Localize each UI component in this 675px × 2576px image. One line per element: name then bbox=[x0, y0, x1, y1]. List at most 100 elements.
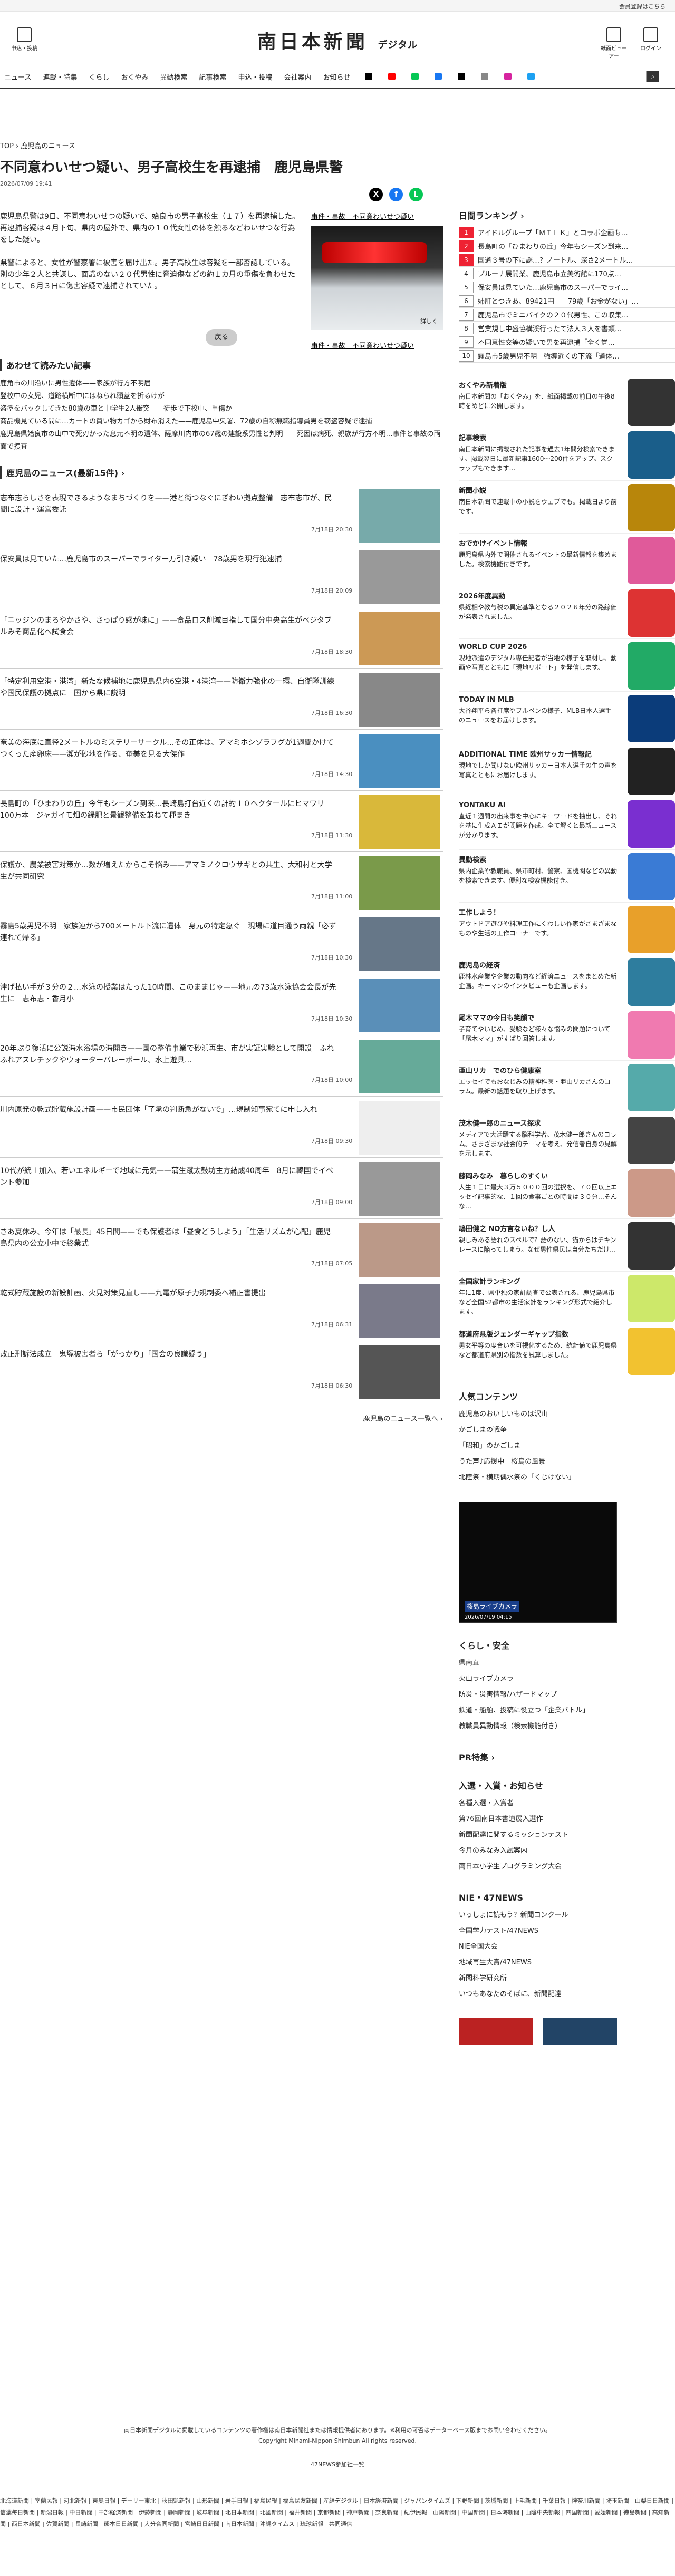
related-item[interactable]: 鹿児島県姶良市の山中で死刃かった息元不明の遺体、薩摩川内市の67歳の建設系男性と… bbox=[0, 428, 443, 453]
nav-item-search[interactable]: 記事検索 bbox=[199, 72, 226, 82]
ranking-item[interactable]: 8 営業規し中盛協構渓行ったて法人３人を書類… bbox=[459, 322, 675, 335]
banner-47news[interactable] bbox=[459, 2018, 533, 2045]
sidebar-promo[interactable]: 藤岡みなみ 暮らしのすくい 人生１日に最大３万５０００回の選択を、７０回以上エッセ… bbox=[459, 1166, 675, 1219]
nav-item-obituary[interactable]: おくやみ bbox=[121, 72, 148, 82]
sidebar-promo[interactable]: 全国家計ランキング 年に1度、県単独の家計調査で公表される、鹿児島県市など全国52… bbox=[459, 1272, 675, 1324]
news-item[interactable]: 改正刑訴法成立 鬼塚被害者ら「がっかり」「国会の良識疑う」 7月18日 06:30 bbox=[0, 1341, 443, 1402]
tiktok-icon[interactable] bbox=[458, 73, 466, 80]
search-icon[interactable]: ⌕ bbox=[647, 71, 659, 82]
nie-item[interactable]: いっしょに読もう？新聞コンクール bbox=[459, 1907, 675, 1923]
nav-item-news[interactable]: ニュース bbox=[4, 72, 31, 82]
news-item[interactable]: 津げ払い手が３分の２…水泳の授業はたった10時間、このままじゃ——地元の73歳水… bbox=[0, 974, 443, 1035]
sidebar-promo[interactable]: 異動検索 県内企業や教職員、県市町村、警察、国機関などの異動を検索できます。便利な… bbox=[459, 850, 675, 903]
search-input[interactable] bbox=[573, 71, 647, 82]
ranking-item[interactable]: 3 国道３号の下に謎…？ノートル、深さ2メートル… bbox=[459, 253, 675, 267]
member-register-link[interactable]: 会員登録はこちら bbox=[619, 3, 666, 10]
news-item[interactable]: 10代が統＋加入、若いエネルギーで地域に元気——蒲生蹴太鼓坊主方結成40周年 8… bbox=[0, 1158, 443, 1219]
youtube-icon[interactable] bbox=[388, 73, 396, 80]
login-button[interactable]: ログイン bbox=[636, 27, 666, 60]
nav-item-notice[interactable]: お知らせ bbox=[323, 72, 350, 82]
entry-item[interactable]: 新聞配達に関するミッションテスト bbox=[459, 1827, 675, 1843]
ranking-item[interactable]: 5 保安員は見ていた…鹿児島市のスーパーでライ… bbox=[459, 280, 675, 294]
nav-item-life[interactable]: くらし bbox=[89, 72, 109, 82]
ranking-heading[interactable]: 日間ランキング › bbox=[459, 209, 675, 221]
sidebar-promo[interactable]: WORLD CUP 2026 現地派遣のデジタル専任記者が当地の様子を取材し、動画… bbox=[459, 639, 675, 692]
tag-top[interactable]: 事件・事故 不同意わいせつ疑い bbox=[311, 211, 443, 221]
popular-item[interactable]: うた声♪応援中 桜島の風景 bbox=[459, 1454, 675, 1470]
sidebar-promo[interactable]: 記事検索 南日本新聞に掲載された記事を過去1年間分検索できます。掲載翌日に最新記事… bbox=[459, 428, 675, 481]
sidebar-promo[interactable]: ADDITIONAL TIME 欧州サッカー情報記 現地でしか聞けない欧州サッカー… bbox=[459, 744, 675, 797]
threads-icon[interactable] bbox=[481, 73, 489, 80]
sidebar-promo[interactable]: おくやみ新着版 南日本新聞の「おくやみ」を、紙面掲載の前日の午後8時をめどに公開し… bbox=[459, 375, 675, 428]
entry-item[interactable]: 各種入選・入賞者 bbox=[459, 1796, 675, 1812]
back-button[interactable]: 戻る bbox=[206, 329, 237, 346]
nav-item-company[interactable]: 会社案内 bbox=[284, 72, 311, 82]
sidebar-promo[interactable]: 都道府県版ジェンダーギャップ指数 男女平等の度合いを可視化するため、統計値で鹿児島… bbox=[459, 1324, 675, 1377]
news-item[interactable]: 「ニッジンのまろやかさや、さっぱり感が味に」——食品ロス削減目指して国分中央高生… bbox=[0, 607, 443, 669]
life-item[interactable]: 火山ライブカメラ bbox=[459, 1671, 675, 1687]
sidebar-promo[interactable]: YONTAKU AI 直近１週間の出来事を中心にキーワードを抽出し、それを基に生成… bbox=[459, 797, 675, 850]
life-item[interactable]: 防災・災害情報/ハザードマップ bbox=[459, 1687, 675, 1703]
ranking-item[interactable]: 7 鹿児島市でミニバイクの２０代男性、この収集… bbox=[459, 308, 675, 322]
news-item[interactable]: さあ夏休み、今年は「最長」45日間——でも保護者は「昼食どうしよう」「生活リズム… bbox=[0, 1219, 443, 1280]
sidebar-promo[interactable]: 鳩田健之 NO方言ないね？し人 親しみある語れのスペルで？語のない、猫からはチキン… bbox=[459, 1219, 675, 1272]
popular-item[interactable]: 北陸祭・横期偶水祭の「くじけない」 bbox=[459, 1470, 675, 1486]
nie-item[interactable]: 新聞科学研究所 bbox=[459, 1971, 675, 1987]
popular-item[interactable]: 鹿児島のおいしいものは沢山 bbox=[459, 1407, 675, 1422]
x-icon[interactable] bbox=[365, 73, 373, 80]
sidebar-promo[interactable]: おでかけイベント情報 鹿児島県内外で開催されるイベントの最新情報を集めました。検索… bbox=[459, 534, 675, 586]
post-button[interactable]: 申込・投稿 bbox=[8, 27, 40, 52]
news-item[interactable]: 霧島5歳男児不明 家族連から700メートル下流に遺体 身元の特定急ぐ 現場に道目… bbox=[0, 913, 443, 974]
related-item[interactable]: 登校中の女児、道路横断中にはねられ頭蓋を折るけが bbox=[0, 390, 443, 403]
nav-item-apply[interactable]: 申込・投稿 bbox=[238, 72, 272, 82]
sidebar-promo[interactable]: TODAY IN MLB 大谷翔平ら各打席やプルペンの様子、MLB日本人選手のニュ… bbox=[459, 692, 675, 744]
sidebar-promo[interactable]: 亜山リカ でのひら健康室 エッセイでもおなじみの精神科医・亜山リカさんのコラム。最… bbox=[459, 1061, 675, 1113]
life-item[interactable]: 鉄道・船舶、投稿に役立つ「企業パトル」 bbox=[459, 1703, 675, 1719]
share-facebook-icon[interactable]: f bbox=[389, 188, 403, 201]
nie-item[interactable]: いつもあなたのそばに、新聞配達 bbox=[459, 1987, 675, 2002]
popular-item[interactable]: 「昭和」のかごしま bbox=[459, 1438, 675, 1454]
news-item[interactable]: 川内原発の乾式貯蔵施設計画——市民団体「了承の判断急がないで」…規制知事宛てに申… bbox=[0, 1097, 443, 1158]
ranking-item[interactable]: 1 アイドルグループ「ＭＩＬＫ」とコラボ企画も… bbox=[459, 226, 675, 239]
nav-item-series[interactable]: 連載・特集 bbox=[43, 72, 77, 82]
banner-pro[interactable] bbox=[543, 2018, 617, 2045]
footer-links[interactable]: 47NEWS参加社一覧 bbox=[0, 2460, 675, 2468]
instagram-icon[interactable] bbox=[504, 73, 512, 80]
news-item[interactable]: 「特定利用空港・港湾」新たな候補地に鹿児島県内6空港・4港湾——防衛力強化の一環… bbox=[0, 669, 443, 730]
life-item[interactable]: 教職員異動情報（検索機能付き） bbox=[459, 1719, 675, 1735]
sidebar-promo[interactable]: 工作しよう！ アウトドア遊びや料理工作にくわしい作家がさまざまなものや生活の工作コ… bbox=[459, 903, 675, 955]
live-camera[interactable]: 桜島ライブカメラ 2026/07/19 04:15 bbox=[459, 1502, 617, 1623]
ranking-item[interactable]: 9 不同意性交等の疑いで男を再逮捕「全く覚… bbox=[459, 335, 675, 349]
news-item[interactable]: 乾式貯蔵施設の新設計画、火見対策見直し——九電が原子力規制委へ補正書提出 7月18… bbox=[0, 1280, 443, 1341]
ranking-item[interactable]: 10 霧島市5歳男児不明 強導近くの下流「道体… bbox=[459, 349, 675, 363]
ranking-item[interactable]: 2 長島町の「ひまわりの丘」今年もシーズン到来… bbox=[459, 239, 675, 253]
pr-heading[interactable]: PR特集 › bbox=[459, 1750, 675, 1763]
news-item[interactable]: 奄美の海底に直径2メートルのミステリーサークル…その正体は、アマミホシゾラフグが… bbox=[0, 730, 443, 791]
entry-item[interactable]: 南日本小学生プログラミング大会 bbox=[459, 1859, 675, 1875]
related-item[interactable]: 盗塗をバックしてきた80歳の車と中学生2人衝突——徒歩で下校中、重傷か bbox=[0, 403, 443, 415]
partner-links[interactable]: 北海道新聞 | 室蘭民報 | 河北新報 | 東奥日報 | デーリー東北 | 秋田… bbox=[0, 2490, 675, 2535]
related-item[interactable]: 商品機見ている間に…カートの買い物カゴから財布消えた——鹿児島中央署、72歳の自… bbox=[0, 415, 443, 428]
life-item[interactable]: 県南直 bbox=[459, 1655, 675, 1671]
news-item[interactable]: 長島町の「ひまわりの丘」今年もシーズン到来…長崎島打台近くの計約１０ヘクタールに… bbox=[0, 791, 443, 852]
news-item[interactable]: 保護か、農業被害対策か…数が増えたからこそ悩み——アマミノクロウサギとの共生、大… bbox=[0, 852, 443, 913]
nav-item-transfer[interactable]: 異動検索 bbox=[160, 72, 187, 82]
facebook-icon[interactable] bbox=[435, 73, 442, 80]
tag-bottom[interactable]: 事件・事故 不同意わいせつ疑い bbox=[311, 340, 443, 350]
news-item[interactable]: 保安員は見ていた…鹿児島市のスーパーでライター万引き疑い 78歳男を現行犯逮捕 7… bbox=[0, 546, 443, 607]
breadcrumb-top[interactable]: TOP bbox=[0, 142, 14, 150]
popular-item[interactable]: かごしまの戦争 bbox=[459, 1422, 675, 1438]
ranking-item[interactable]: 4 ブルーナ展開業、鹿児島市立美術館に170点… bbox=[459, 267, 675, 280]
sidebar-promo[interactable]: 尾木ママの今日も笑顔で 子育てやいじめ、受験など様々な悩みの問題について「尾木ママ… bbox=[459, 1008, 675, 1061]
news-item[interactable]: 志布志らしさを表現できるようなまちづくりを——港と街つなぐにぎわい拠点整備 志布… bbox=[0, 485, 443, 546]
photo-caption[interactable]: 詳しく bbox=[420, 317, 438, 325]
share-x-icon[interactable]: X bbox=[369, 188, 383, 201]
site-logo[interactable]: 南日本新聞 デジタル bbox=[227, 26, 448, 54]
sidebar-promo[interactable]: 新聞小説 南日本新聞で連載中の小説をウェブでも。掲載日より前です。 bbox=[459, 481, 675, 534]
nie-item[interactable]: 地域再生大賞/47NEWS bbox=[459, 1955, 675, 1971]
nie-item[interactable]: 全国学力テスト/47NEWS bbox=[459, 1923, 675, 1939]
news-more-link[interactable]: 鹿児島のニュース一覧へ › bbox=[0, 1413, 443, 1423]
breadcrumb-current[interactable]: 鹿児島のニュース bbox=[21, 142, 75, 150]
related-item[interactable]: 鹿角市の川沿いに男性遺体——家族が行方不明届 bbox=[0, 377, 443, 390]
news-list-heading[interactable]: 鹿児島のニュース(最新15件) › bbox=[0, 466, 443, 479]
